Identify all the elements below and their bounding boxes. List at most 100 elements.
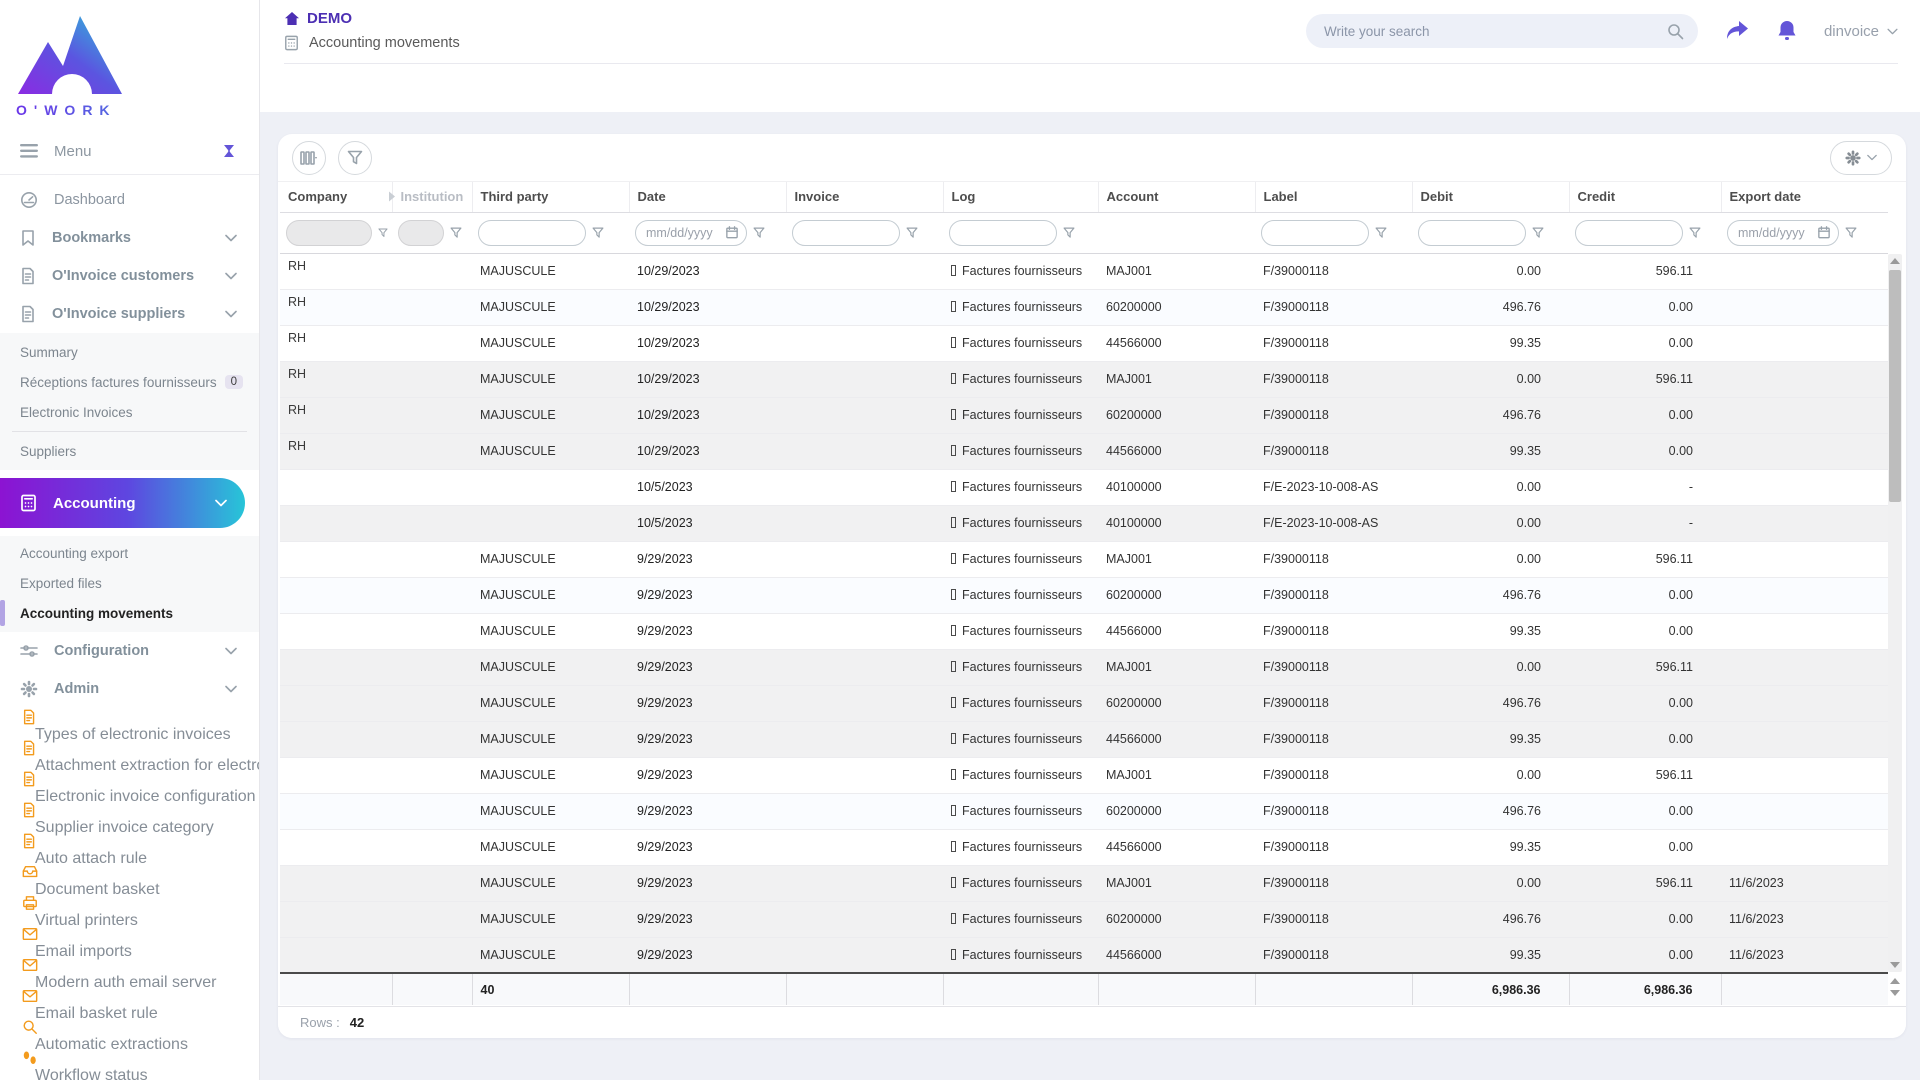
funnel-icon[interactable] [378, 227, 388, 239]
table-row[interactable]: MAJUSCULE 9/29/2023 Factures fournisseurs M… [280, 757, 1888, 794]
cell-export-date: 11/6/2023 [1721, 865, 1888, 902]
sidebar-item-accounting-export[interactable]: Accounting export [0, 538, 259, 568]
cell-debit: 99.35 [1412, 721, 1569, 758]
filter-export-date-input[interactable]: mm/dd/yyyy [1727, 219, 1839, 246]
table-row[interactable]: 10/5/2023 Factures fournisseurs 40100000 F/… [280, 505, 1888, 542]
table-row[interactable]: MAJUSCULE 9/29/2023 Factures fournisseurs M… [280, 541, 1888, 578]
hamburger-icon[interactable] [20, 144, 38, 158]
cell-credit: 0.00 [1569, 577, 1721, 614]
sidebar-item-admin[interactable]: Admin [0, 670, 259, 708]
col-header-company[interactable]: Company [280, 182, 395, 213]
cell-label: F/39000118 [1255, 397, 1412, 434]
sidebar-item-accounting-movements[interactable]: Accounting movements [0, 598, 259, 628]
col-header-credit[interactable]: Credit [1569, 182, 1722, 213]
cell-invoice [786, 937, 943, 974]
sidebar-item-dashboard[interactable]: Dashboard [0, 181, 259, 219]
cell-log: Factures fournisseurs [943, 469, 1098, 506]
filter-button[interactable] [338, 140, 372, 175]
funnel-icon[interactable] [1375, 227, 1387, 239]
filter-debit-input[interactable] [1418, 219, 1526, 246]
table-row[interactable]: MAJUSCULE 9/29/2023 Factures fournisseurs 6… [280, 793, 1888, 830]
columns-button[interactable] [292, 140, 326, 175]
col-header-log[interactable]: Log [943, 182, 1099, 213]
cell-third-party: MAJUSCULE [472, 541, 629, 578]
col-header-export-date[interactable]: Export date [1721, 182, 1888, 213]
user-menu[interactable]: dinvoice [1824, 23, 1898, 40]
table-row[interactable]: RH MAJUSCULE 10/29/2023 Factures fournisseu… [280, 397, 1888, 434]
col-header-third-party[interactable]: Third party [472, 182, 630, 213]
sidebar-item-receptions[interactable]: Réceptions factures fournisseurs 0 [0, 367, 259, 397]
table-row[interactable]: MAJUSCULE 9/29/2023 Factures fournisseurs 4… [280, 829, 1888, 866]
table-row[interactable]: MAJUSCULE 9/29/2023 Factures fournisseurs 6… [280, 577, 1888, 614]
funnel-icon[interactable] [1532, 227, 1544, 239]
table-row[interactable]: MAJUSCULE 9/29/2023 Factures fournisseurs M… [280, 649, 1888, 686]
sidebar-item-configuration[interactable]: Configuration [0, 632, 259, 670]
funnel-icon[interactable] [1063, 227, 1075, 239]
cell-institution [392, 577, 472, 614]
cell-label: F/39000118 [1255, 685, 1412, 722]
col-header-date[interactable]: Date [629, 182, 787, 213]
cell-log: Factures fournisseurs [943, 685, 1098, 722]
col-header-debit[interactable]: Debit [1412, 182, 1570, 213]
cell-credit: 596.11 [1569, 649, 1721, 686]
funnel-icon[interactable] [450, 227, 462, 239]
mountain-logo-icon [18, 16, 122, 94]
col-header-account[interactable]: Account [1098, 182, 1256, 213]
vertical-scrollbar[interactable] [1888, 254, 1902, 972]
cell-debit: 99.35 [1412, 433, 1569, 470]
sidebar-item-oinvoice-suppliers[interactable]: O'Invoice suppliers [0, 295, 259, 333]
table-row[interactable]: MAJUSCULE 9/29/2023 Factures fournisseurs 6… [280, 685, 1888, 722]
pin-icon[interactable] [221, 143, 237, 159]
cell-account: 40100000 [1098, 505, 1255, 542]
scrollbar-thumb[interactable] [1889, 270, 1901, 502]
cell-debit: 99.35 [1412, 613, 1569, 650]
scroll-down-icon[interactable] [1890, 962, 1900, 968]
sidebar-item-accounting[interactable]: Accounting [0, 478, 245, 528]
table-row[interactable]: 10/5/2023 Factures fournisseurs 40100000 F/… [280, 469, 1888, 506]
cell-export-date [1721, 793, 1888, 830]
funnel-icon[interactable] [592, 227, 604, 239]
cell-third-party: MAJUSCULE [472, 937, 629, 974]
bell-icon[interactable] [1776, 19, 1798, 43]
table-row[interactable]: RH MAJUSCULE 10/29/2023 Factures fournisseu… [280, 361, 1888, 398]
filter-label-input[interactable] [1261, 219, 1369, 246]
search-input[interactable] [1323, 23, 1667, 39]
col-header-invoice[interactable]: Invoice [786, 182, 944, 213]
col-header-label[interactable]: Label [1255, 182, 1413, 213]
table-row[interactable]: MAJUSCULE 9/29/2023 Factures fournisseurs 6… [280, 901, 1888, 938]
filter-log-input[interactable] [949, 219, 1057, 246]
table-row[interactable]: MAJUSCULE 9/29/2023 Factures fournisseurs 4… [280, 937, 1888, 974]
sidebar-item-oinvoice-customers[interactable]: O'Invoice customers [0, 257, 259, 295]
funnel-icon[interactable] [753, 227, 765, 239]
totals-scrollbar[interactable] [1888, 972, 1902, 1002]
table-row[interactable]: RH MAJUSCULE 10/29/2023 Factures fournisseu… [280, 289, 1888, 326]
table-row[interactable]: MAJUSCULE 9/29/2023 Factures fournisseurs 4… [280, 721, 1888, 758]
filter-credit-input[interactable] [1575, 219, 1683, 246]
funnel-icon[interactable] [1689, 227, 1701, 239]
sidebar-item-bookmarks[interactable]: Bookmarks [0, 219, 259, 257]
table-row[interactable]: RH MAJUSCULE 10/29/2023 Factures fournisseu… [280, 325, 1888, 362]
cell-company: RH [280, 325, 392, 362]
table-row[interactable]: MAJUSCULE 9/29/2023 Factures fournisseurs M… [280, 865, 1888, 902]
sidebar-item-suppliers[interactable]: Suppliers [0, 436, 259, 466]
cell-label: F/39000118 [1255, 361, 1412, 398]
filter-invoice-input[interactable] [792, 219, 900, 246]
table-row[interactable]: RH MAJUSCULE 10/29/2023 Factures fournisseu… [280, 253, 1888, 290]
scroll-up-icon[interactable] [1890, 258, 1900, 264]
sidebar-item-exported-files[interactable]: Exported files [0, 568, 259, 598]
menu-label: Menu [54, 142, 92, 160]
search-icon[interactable] [1667, 23, 1684, 40]
funnel-icon[interactable] [906, 227, 918, 239]
table-row[interactable]: RH MAJUSCULE 10/29/2023 Factures fournisseu… [280, 433, 1888, 470]
table-row[interactable]: MAJUSCULE 9/29/2023 Factures fournisseurs 4… [280, 613, 1888, 650]
share-icon[interactable] [1724, 19, 1750, 43]
filter-third-party-input[interactable] [478, 219, 586, 246]
sidebar-item-electronic-invoices[interactable]: Electronic Invoices [0, 397, 259, 427]
sidebar-item-types-of-electronic-invoices[interactable]: Types of electronic invoices [0, 708, 259, 743]
filter-date-input[interactable]: mm/dd/yyyy [635, 219, 747, 246]
grid-settings-button[interactable] [1830, 140, 1892, 175]
sidebar-item-summary[interactable]: Summary [0, 337, 259, 367]
funnel-icon[interactable] [1845, 227, 1857, 239]
col-header-institution[interactable]: Institution [392, 182, 473, 213]
cell-log: Factures fournisseurs [943, 505, 1098, 542]
